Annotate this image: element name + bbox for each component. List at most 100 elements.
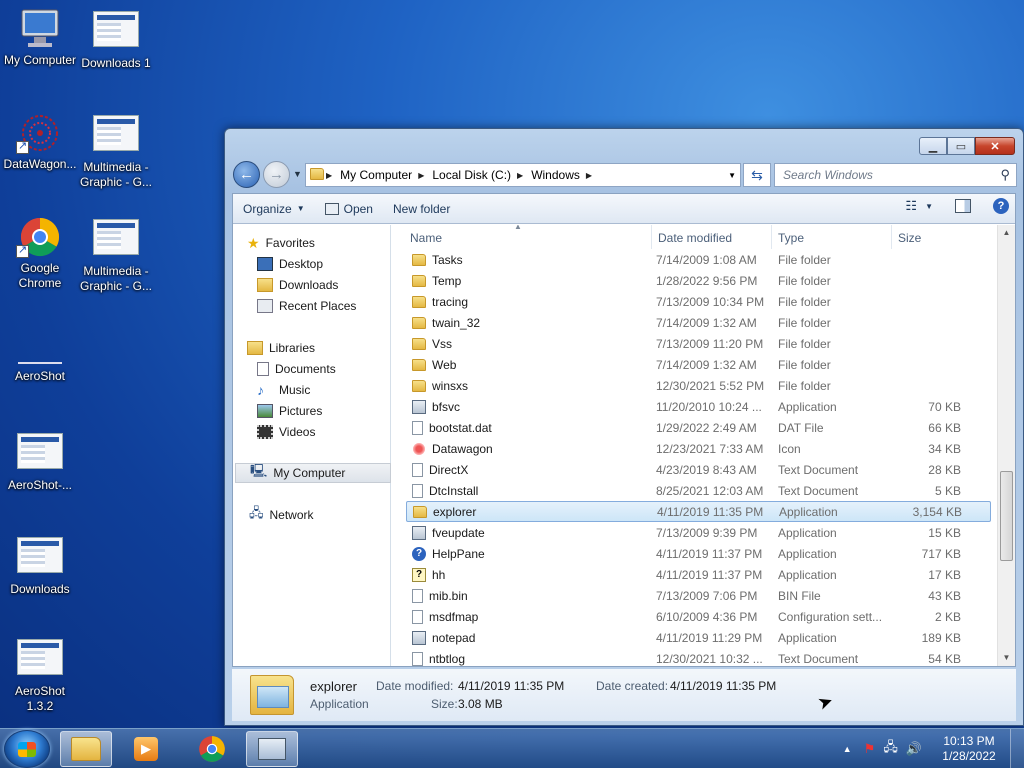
column-header-name[interactable]: Name ▲ [392,225,652,249]
scrollbar-thumb[interactable] [1000,471,1013,561]
maximize-button[interactable]: ▭ [947,137,975,155]
file-row[interactable]: twain_32 7/14/2009 1:32 AM File folder [392,312,995,333]
vertical-scrollbar[interactable]: ▲ ▼ [997,225,1015,666]
desktop-icon-multimedia-2[interactable]: Multimedia - Graphic - G... [76,216,156,294]
file-name: Datawagon [432,441,493,456]
start-button[interactable] [4,730,50,768]
back-button[interactable]: ← [233,161,260,188]
recent-pages-dropdown-icon[interactable]: ▼ [293,169,302,179]
file-row[interactable]: msdfmap 6/10/2009 4:36 PM Configuration se… [392,606,995,627]
file-row[interactable]: bootstat.dat 1/29/2022 2:49 AM DAT File 66 … [392,417,995,438]
breadcrumb-separator-icon[interactable]: ▶ [584,171,594,180]
breadcrumb-local-disk[interactable]: Local Disk (C:) [426,168,515,182]
nav-downloads[interactable]: Downloads [257,275,413,295]
file-row[interactable]: tracing 7/13/2009 10:34 PM File folder [392,291,995,312]
minimize-button[interactable]: ▁ [919,137,947,155]
desktop-icon-downloads[interactable]: Downloads [0,534,80,597]
nav-my-computer[interactable]: 🖳 My Computer [235,463,391,483]
close-button[interactable]: ✕ [975,137,1015,155]
folder-icon [413,505,427,518]
taskbar-chrome-button[interactable] [186,731,238,767]
file-name: ntbtlog [429,651,466,666]
open-button[interactable]: Open [315,197,383,221]
file-row[interactable]: ? HelpPane 4/11/2019 11:37 PM Application 71… [392,543,995,564]
show-desktop-button[interactable] [1010,729,1024,768]
file-date: 8/25/2021 12:03 AM [656,483,764,498]
breadcrumb-separator-icon[interactable]: ▶ [324,171,334,180]
file-name: winsxs [432,378,469,393]
new-folder-label: New folder [392,201,451,216]
desktop-icon-google-chrome[interactable]: Google Chrome [0,216,80,291]
file-name: tracing [432,294,469,309]
refresh-button[interactable]: ⇆ [743,163,771,187]
volume-icon[interactable]: 🔊 [906,741,922,757]
nav-desktop[interactable]: Desktop [257,254,413,274]
search-input[interactable]: Search Windows ⚲ [774,163,1017,187]
file-row[interactable]: Tasks 7/14/2009 1:08 AM File folder [392,249,995,270]
breadcrumb-separator-icon[interactable]: ▶ [515,171,525,180]
file-row[interactable]: DirectX 4/23/2019 8:43 AM Text Document 28 … [392,459,995,480]
file-date: 6/10/2009 4:36 PM [656,609,758,624]
column-header-date[interactable]: Date modified [652,225,772,249]
file-row[interactable]: DtcInstall 8/25/2021 12:03 AM Text Documen… [392,480,995,501]
nav-music[interactable]: ♪ Music [257,380,413,400]
desktop-icon-downloads-1[interactable]: Downloads 1 [76,8,156,71]
column-header-size[interactable]: Size [892,225,972,249]
desktop-icon-aeroshot-132[interactable]: AeroShot 1.3.2 [0,636,80,714]
file-row[interactable]: Datawagon 12/23/2021 7:33 AM Icon 34 KB [392,438,995,459]
file-row[interactable]: explorer 4/11/2019 11:35 PM Application 3,1… [406,501,991,522]
view-options-icon[interactable]: ☷ [905,198,917,214]
scroll-down-arrow-icon[interactable]: ▼ [998,650,1015,666]
desktop-icon-my-computer[interactable]: My Computer [0,8,80,68]
file-date: 4/11/2019 11:37 PM [656,567,763,582]
file-row[interactable]: winsxs 12/30/2021 5:52 PM File folder [392,375,995,396]
organize-button[interactable]: Organize ▼ [233,197,315,221]
scroll-up-arrow-icon[interactable]: ▲ [998,225,1015,241]
help-icon[interactable]: ? [993,198,1009,214]
preview-pane-icon[interactable] [955,199,971,213]
desktop-icon-multimedia-1[interactable]: Multimedia - Graphic - G... [76,112,156,190]
file-row[interactable]: ntbtlog 12/30/2021 10:32 ... Text Document… [392,648,995,666]
taskbar-media-player-button[interactable]: ▶ [120,731,172,767]
file-row[interactable]: mib.bin 7/13/2009 7:06 PM BIN File 43 KB [392,585,995,606]
folder-icon [412,295,426,308]
breadcrumb-windows[interactable]: Windows [525,168,584,182]
nav-videos[interactable]: Videos [257,422,413,442]
nav-documents[interactable]: Documents [257,359,413,379]
taskbar-explorer-button[interactable] [60,731,112,767]
file-row[interactable]: Web 7/14/2009 1:32 AM File folder [392,354,995,375]
taskbar-app-button[interactable] [246,731,298,767]
desktop-icon-datawagon[interactable]: DataWagon... [0,112,80,172]
nav-libraries[interactable]: Libraries [247,338,403,358]
show-hidden-icons-icon[interactable]: ▲ [843,744,852,754]
forward-button[interactable]: → [263,161,290,188]
file-date: 4/11/2019 11:29 PM [656,630,763,645]
address-dropdown-icon[interactable]: ▼ [728,171,736,180]
breadcrumb-my-computer[interactable]: My Computer [334,168,416,182]
file-row[interactable]: fveupdate 7/13/2009 9:39 PM Application 15 … [392,522,995,543]
column-header-type[interactable]: Type [772,225,892,249]
file-row[interactable]: notepad 4/11/2019 11:29 PM Application 189 … [392,627,995,648]
new-folder-button[interactable]: New folder [383,197,460,221]
file-row[interactable]: bfsvc 11/20/2010 10:24 ... Application 70 K… [392,396,995,417]
nav-favorites[interactable]: ★ Favorites [247,233,403,253]
address-bar[interactable]: ▶ My Computer ▶ Local Disk (C:) ▶ Window… [305,163,741,187]
file-row[interactable]: Temp 1/28/2022 9:56 PM File folder [392,270,995,291]
desktop-icon-aeroshot[interactable]: AeroShot [0,342,80,384]
nav-network[interactable]: 🖧 Network [249,505,405,525]
nav-recent-places[interactable]: Recent Places [257,296,413,316]
file-row[interactable]: Vss 7/13/2009 11:20 PM File folder [392,333,995,354]
file-date: 4/11/2019 11:35 PM [657,504,764,519]
file-date: 7/13/2009 11:20 PM [656,336,764,351]
search-icon[interactable]: ⚲ [1000,167,1010,183]
desktop-icon-aeroshot-2[interactable]: AeroShot-... [0,430,80,493]
breadcrumb-separator-icon[interactable]: ▶ [416,171,426,180]
help-file-icon: ? [412,567,426,582]
file-row[interactable]: ? hh 4/11/2019 11:37 PM Application 17 KB [392,564,995,585]
file-size: 34 KB [928,441,961,456]
nav-pictures[interactable]: Pictures [257,401,413,421]
clock[interactable]: 10:13 PM 1/28/2022 [928,734,1010,764]
chevron-down-icon[interactable]: ▼ [925,202,933,211]
action-center-flag-icon[interactable]: ⚑ [864,741,876,757]
network-status-icon[interactable]: 🖧 [883,738,898,760]
